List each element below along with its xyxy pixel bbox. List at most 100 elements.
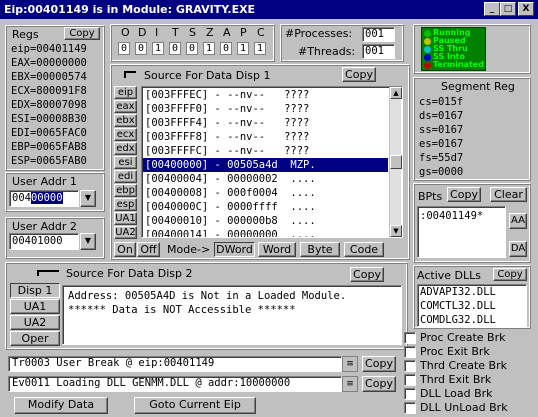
status1-stepper-icon[interactable]: ≡ (342, 356, 358, 372)
memory-row[interactable]: [003FFFF8] - --nv-- ???? (143, 130, 388, 144)
bpts-list[interactable]: :00401149* (417, 206, 506, 258)
status-legend: Running Paused SS Thru SS Into Terminate… (421, 27, 486, 71)
flag-value[interactable]: 1 (152, 42, 164, 55)
memory-row[interactable]: [003FFFF4] - --nv-- ???? (143, 116, 388, 130)
ss-into-led-icon (424, 54, 431, 61)
memory-row[interactable]: [00400010] - 000000b8 .... (143, 214, 388, 228)
memory-row[interactable]: [00400000] - 00505a4d MZP. (143, 158, 388, 172)
flag-value[interactable]: 0 (118, 42, 130, 55)
flag-value[interactable]: 1 (203, 42, 215, 55)
flag-letter: C (257, 26, 265, 39)
close-button[interactable]: X (518, 2, 534, 16)
regs-list[interactable]: eip=00401149 EAX=00000000 EBX=00000574 E… (9, 42, 101, 168)
memory-row[interactable]: [003FFFF0] - --nv-- ???? (143, 102, 388, 116)
status2-copy-button[interactable]: Copy (362, 376, 396, 392)
user-addr1-input[interactable]: 00400000 (9, 190, 79, 207)
mode-code-button[interactable]: Code (344, 242, 384, 257)
mode-word-button[interactable]: Word (258, 242, 296, 257)
flag-letter: S (189, 26, 196, 39)
proc-exit-brk-checkbox[interactable] (404, 346, 416, 358)
flag-value[interactable]: 0 (135, 42, 147, 55)
memory-row[interactable]: [00400004] - 00000002 .... (143, 172, 388, 186)
thrd-create-brk-checkbox[interactable] (404, 360, 416, 372)
reg-eip[interactable]: eip=00401149 (9, 42, 101, 56)
reg-ecx[interactable]: ECX=800091F8 (9, 84, 101, 98)
bpt-item[interactable]: :00401149* (418, 209, 505, 223)
reg-edx[interactable]: EDX=80007098 (9, 98, 101, 112)
memory-row[interactable]: [0040000C] - 0000ffff .... (143, 200, 388, 214)
status1-copy-button[interactable]: Copy (362, 356, 396, 372)
memory-row[interactable]: [00400014] - 00000000 .... (143, 228, 388, 237)
modify-data-button[interactable]: Modify Data (14, 397, 108, 414)
user-addr1-selection: 00000 (30, 192, 63, 204)
memory-row[interactable]: [003FFFEC] - --nv-- ???? (143, 88, 388, 102)
dlls-copy-button[interactable]: Copy (493, 268, 527, 281)
user-addr1-dropdown-icon[interactable]: ▼ (80, 190, 96, 207)
flag-value[interactable]: 0 (169, 42, 181, 55)
disp1-reg-button[interactable]: esp (114, 198, 137, 211)
disp2-ua1-button[interactable]: UA1 (10, 299, 60, 314)
status2-stepper-icon[interactable]: ≡ (342, 376, 358, 392)
reg-eax[interactable]: EAX=00000000 (9, 56, 101, 70)
dll-item[interactable]: COMDLG32.DLL (418, 313, 526, 326)
memory-row[interactable]: [003FFFFC] - --nv-- ???? (143, 144, 388, 158)
disp2-oper-button[interactable]: Oper (10, 331, 60, 346)
disp2-ua2-button[interactable]: UA2 (10, 315, 60, 330)
seg-ds: ds=0167 (419, 110, 464, 122)
disp1-reg-button[interactable]: edx (114, 142, 137, 155)
disp1-reg-button[interactable]: eax (114, 100, 137, 113)
memory-row[interactable]: [00400008] - 000f0004 .... (143, 186, 388, 200)
proc-create-brk-checkbox[interactable] (404, 332, 416, 344)
user-addr2-dropdown-icon[interactable]: ▼ (80, 233, 96, 250)
disp1-reg-button[interactable]: ebp (114, 184, 137, 197)
flag-value[interactable]: 1 (254, 42, 266, 55)
disp1-reg-button[interactable]: UA1 (114, 212, 137, 225)
flag-value[interactable]: 0 (220, 42, 232, 55)
disp2-copy-button[interactable]: Copy (350, 267, 384, 282)
mode-dword-button[interactable]: DWord (214, 242, 255, 257)
disp1-reg-button[interactable]: edi (114, 170, 137, 183)
dll-item[interactable]: ADVAPI32.DLL (418, 285, 526, 299)
reg-esi[interactable]: ESI=00008B30 (9, 112, 101, 126)
disp2-disp1-button[interactable]: Disp 1 (10, 283, 60, 298)
disp1-reg-button[interactable]: eip (114, 86, 137, 99)
disp1-memory-list[interactable]: [003FFFEC] - --nv-- ???? [003FFFF0] - --n… (141, 86, 403, 238)
dlls-list[interactable]: ADVAPI32.DLL COMCTL32.DLL COMDLG32.DLL (417, 284, 527, 327)
flag-value[interactable]: 1 (237, 42, 249, 55)
bpts-aa-button[interactable]: AA (509, 213, 527, 229)
thrd-exit-brk-checkbox[interactable] (404, 374, 416, 386)
disp1-copy-button[interactable]: Copy (342, 67, 376, 82)
disp1-reg-button[interactable]: ebx (114, 114, 137, 127)
disp2-text-area[interactable]: Address: 00505A4D is Not in a Loaded Mod… (62, 285, 402, 345)
reg-ebx[interactable]: EBX=00000574 (9, 70, 101, 84)
mode-byte-button[interactable]: Byte (300, 242, 340, 257)
reg-esp[interactable]: ESP=0065FAB0 (9, 154, 101, 168)
disp1-scroll-down-icon[interactable]: ▼ (390, 225, 402, 237)
disp1-off-button[interactable]: Off (137, 242, 160, 257)
bpts-copy-button[interactable]: Copy (447, 187, 481, 202)
reg-ebp[interactable]: EBP=0065FAB8 (9, 140, 101, 154)
maximize-button[interactable]: □ (500, 2, 516, 16)
disp1-scroll-up-icon[interactable]: ▲ (390, 87, 402, 99)
disp1-reg-button[interactable]: UA2 (114, 226, 137, 239)
dll-load-brk-checkbox[interactable] (404, 388, 416, 400)
reg-edi[interactable]: EDI=0065FAC0 (9, 126, 101, 140)
dll-unload-brk-checkbox[interactable] (404, 402, 416, 414)
title-bar[interactable]: Eip:00401149 is in Module: GRAVITY.EXE _… (0, 0, 538, 19)
dll-item[interactable]: COMCTL32.DLL (418, 299, 526, 313)
flag-value[interactable]: 0 (186, 42, 198, 55)
goto-current-eip-button[interactable]: Goto Current Eip (134, 397, 256, 414)
bpts-clear-button[interactable]: Clear (490, 187, 527, 202)
user-addr2-input[interactable]: 00401000 (9, 233, 79, 250)
disp1-on-button[interactable]: On (114, 242, 136, 257)
bpts-da-button[interactable]: DA (509, 241, 527, 257)
seg-cs: cs=015f (419, 96, 464, 108)
disp1-scroll-thumb[interactable] (390, 155, 402, 169)
status-line-2: Ev0011 Loading DLL GENMM.DLL @ addr:1000… (8, 376, 342, 392)
disp1-reg-button[interactable]: ecx (114, 128, 137, 141)
disp1-scrollbar[interactable]: ▲ ▼ (389, 87, 402, 237)
terminated-led-icon (424, 62, 431, 69)
regs-copy-button[interactable]: Copy (64, 27, 100, 40)
minimize-button[interactable]: _ (484, 2, 500, 16)
disp1-reg-button[interactable]: esi (114, 156, 137, 169)
